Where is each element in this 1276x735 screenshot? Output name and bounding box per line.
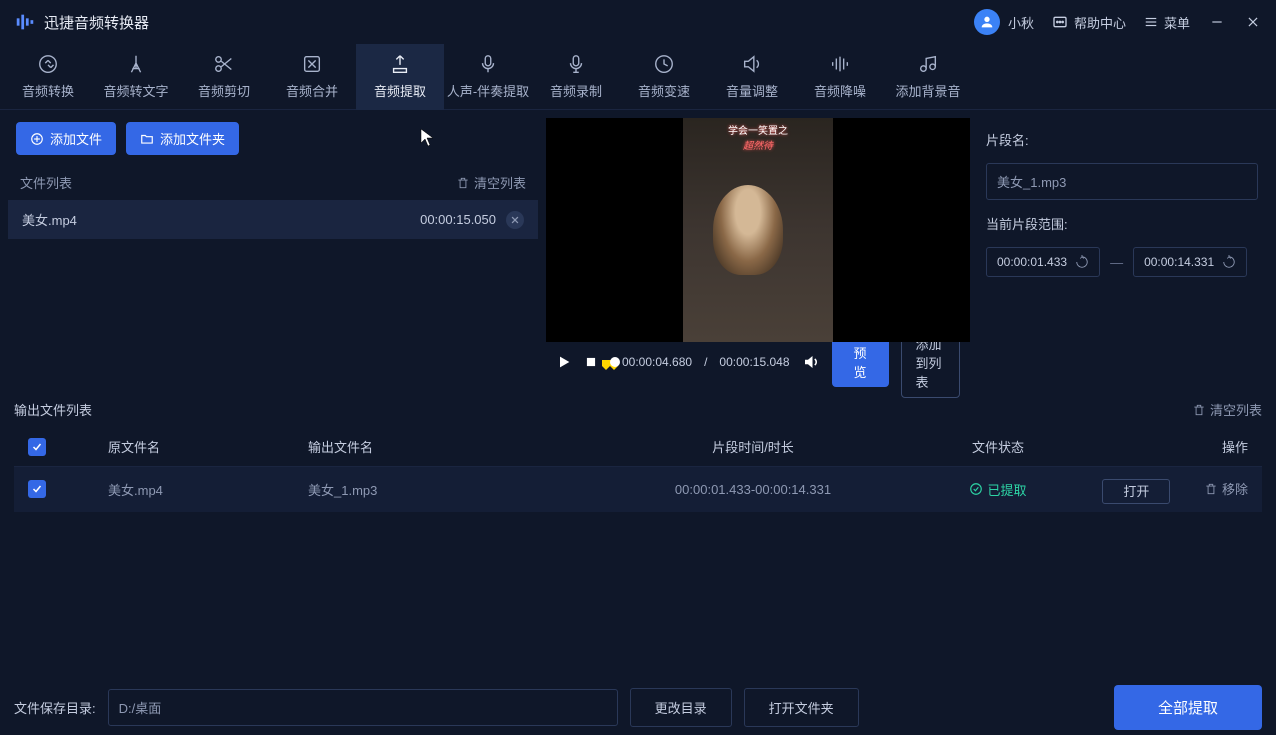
segment-panel: 片段名: 美女_1.mp3 当前片段范围: 00:00:01.433 — 00:… [978,118,1268,382]
record-icon [565,53,587,75]
row-status: 已提取 [969,480,1026,499]
select-all-checkbox[interactable] [28,438,46,456]
file-duration: 00:00:15.050 [420,212,496,227]
nav-audio-extract[interactable]: 音频提取 [356,44,444,110]
user-name: 小秋 [1008,13,1034,32]
file-panel: 添加文件 添加文件夹 文件列表 清空列表 美女.mp4 00:00:15.050 [8,118,538,382]
open-folder-button[interactable]: 打开文件夹 [744,688,859,727]
nav-volume-adjust[interactable]: 音量调整 [708,44,796,110]
extract-all-button[interactable]: 全部提取 [1114,685,1262,730]
logo-icon [14,11,36,33]
menu-button[interactable]: 菜单 [1144,13,1190,32]
segment-name-input[interactable]: 美女_1.mp3 [986,163,1258,200]
file-name: 美女.mp4 [22,210,77,229]
range-start-input[interactable]: 00:00:01.433 [986,247,1100,277]
save-path-input[interactable]: D:/桌面 [108,689,618,726]
titlebar: 迅捷音频转换器 小秋 帮助中心 菜单 [0,0,1276,44]
avatar-icon [974,9,1000,35]
main-nav: 音频转换 音频转文字 音频剪切 音频合并 音频提取 人声-伴奏提取 音频录制 音… [0,44,1276,110]
clear-output-list[interactable]: 清空列表 [1192,400,1262,419]
playhead[interactable] [610,357,620,367]
segment-range-label: 当前片段范围: [986,214,1258,233]
preview-button[interactable]: 预览 [832,337,889,387]
mic-icon [477,53,499,75]
nav-audio-record[interactable]: 音频录制 [532,44,620,110]
app-logo: 迅捷音频转换器 [14,11,149,33]
speed-icon [653,53,675,75]
row-out-name: 美女_1.mp3 [308,480,588,499]
file-row[interactable]: 美女.mp4 00:00:15.050 [8,200,538,239]
range-end-input[interactable]: 00:00:14.331 [1133,247,1247,277]
row-src-name: 美女.mp4 [108,480,308,499]
clear-file-list[interactable]: 清空列表 [456,173,526,192]
noise-icon [829,53,851,75]
add-folder-button[interactable]: 添加文件夹 [126,122,239,155]
nav-audio-cut[interactable]: 音频剪切 [180,44,268,110]
add-file-button[interactable]: 添加文件 [16,122,116,155]
remove-row-button[interactable]: 移除 [1204,479,1248,498]
open-button[interactable]: 打开 [1102,479,1170,504]
output-table-header: 原文件名 输出文件名 片段时间/时长 文件状态 操作 [14,427,1262,467]
user-account[interactable]: 小秋 [974,9,1034,35]
row-time-range: 00:00:01.433-00:00:14.331 [588,482,918,497]
nav-audio-speed[interactable]: 音频变速 [620,44,708,110]
save-dir-label: 文件保存目录: [14,698,96,717]
reset-icon [1222,255,1236,269]
change-dir-button[interactable]: 更改目录 [630,688,732,727]
volume-icon [741,53,763,75]
volume-button[interactable] [802,352,820,372]
preview-panel: 学会一笑置之 超然待 00:00:04.680 / 00:00:15.048 [546,118,970,382]
help-center[interactable]: 帮助中心 [1052,13,1126,32]
nav-vocal-separate[interactable]: 人声-伴奏提取 [444,44,532,110]
help-label: 帮助中心 [1074,13,1126,32]
video-preview[interactable]: 学会一笑置之 超然待 [546,118,970,342]
music-icon [917,53,939,75]
main-work-area: 添加文件 添加文件夹 文件列表 清空列表 美女.mp4 00:00:15.050 [0,110,1276,390]
nav-audio-convert[interactable]: 音频转换 [4,44,92,110]
extract-icon [389,53,411,75]
file-list: 美女.mp4 00:00:15.050 [8,200,538,382]
video-overlay-text: 学会一笑置之 超然待 [728,122,788,152]
file-list-title: 文件列表 [20,173,72,192]
remove-file-icon[interactable] [506,211,524,229]
output-title: 输出文件列表 [14,400,92,419]
output-row: 美女.mp4 美女_1.mp3 00:00:01.433-00:00:14.33… [14,467,1262,512]
text-icon [125,53,147,75]
reset-icon [1075,255,1089,269]
nav-add-bgm[interactable]: 添加背景音 [884,44,972,110]
nav-audio-merge[interactable]: 音频合并 [268,44,356,110]
nav-audio-to-text[interactable]: 音频转文字 [92,44,180,110]
player-controls: 00:00:04.680 / 00:00:15.048 预览 添加到列表 [546,342,970,382]
current-time: 00:00:04.680 [622,355,692,369]
output-section: 输出文件列表 清空列表 原文件名 输出文件名 片段时间/时长 文件状态 操作 美… [0,390,1276,679]
menu-label: 菜单 [1164,13,1190,32]
convert-icon [37,53,59,75]
close-button[interactable] [1244,13,1262,31]
minimize-button[interactable] [1208,13,1226,31]
range-end-handle[interactable] [602,360,610,370]
nav-noise-reduce[interactable]: 音频降噪 [796,44,884,110]
stop-button[interactable] [584,352,598,372]
play-button[interactable] [556,352,572,372]
footer: 文件保存目录: D:/桌面 更改目录 打开文件夹 全部提取 [0,679,1276,735]
app-title: 迅捷音频转换器 [44,12,149,33]
segment-name-label: 片段名: [986,130,1258,149]
scissors-icon [213,53,235,75]
total-time: 00:00:15.048 [719,355,789,369]
merge-icon [301,53,323,75]
row-checkbox[interactable] [28,480,46,498]
